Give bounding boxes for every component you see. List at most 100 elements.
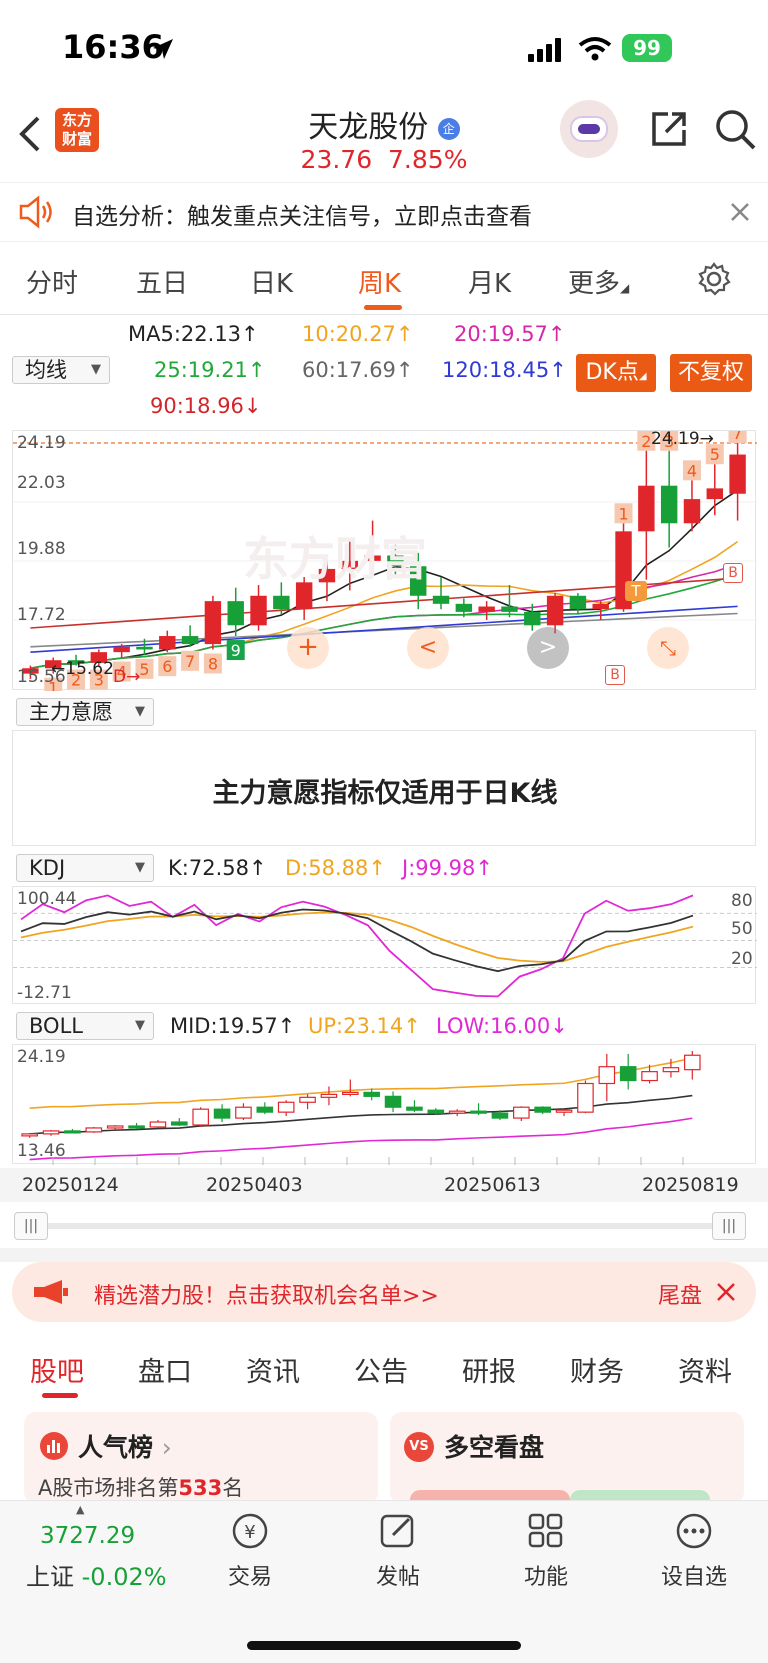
sequence-marker-label: 2 — [641, 432, 651, 451]
kdj-selector[interactable]: KDJ ▼ — [16, 854, 154, 882]
promo-banner[interactable]: 精选潜力股！点击获取机会名单>> 尾盘 — [12, 1262, 756, 1322]
zlyy-message: 主力意愿指标仅适用于日K线 — [212, 778, 558, 809]
tab-profile[interactable]: 资料 — [678, 1350, 732, 1389]
candle-body — [546, 595, 564, 626]
period-tabs: 分时 五日 日K 周K 月K 更多◢ — [0, 245, 768, 315]
tab-daily-k[interactable]: 日K — [250, 263, 293, 300]
zlyy-selector[interactable]: 主力意愿 ▼ — [16, 698, 154, 726]
ma60-value: 60:17.69↑ — [302, 358, 414, 382]
signal-b-badge-2: B — [723, 563, 743, 583]
boll-candle-body — [149, 1121, 167, 1128]
kdj-k-value: K:72.58↑ — [168, 856, 267, 880]
location-arrow-icon — [153, 39, 173, 59]
boll-candle-body — [534, 1106, 551, 1113]
candle-body — [136, 646, 153, 650]
range-slider[interactable]: ||| ||| — [0, 1206, 768, 1246]
boll-candle-body — [85, 1127, 103, 1133]
tab-five-day[interactable]: 五日 — [136, 263, 188, 300]
dock-functions[interactable]: 功能 — [491, 1511, 601, 1591]
y-label-top: 24.19 — [17, 433, 66, 453]
boll-header: BOLL ▼ MID:19.57↑ UP:23.14↑ LOW:16.00↓ — [0, 1008, 768, 1044]
kdj-top-label: 100.44 — [17, 889, 77, 909]
boll-chart[interactable]: 24.19 13.46 — [12, 1044, 756, 1165]
boll-candle-body — [171, 1121, 188, 1126]
tab-weekly-k[interactable]: 周K — [358, 263, 401, 300]
boll-candle-body — [384, 1095, 402, 1108]
boll-candle-body — [662, 1067, 680, 1073]
candle-body — [181, 636, 199, 645]
boll-up-value: UP:23.14↑ — [308, 1014, 421, 1038]
long-short-card[interactable]: VS 多空看盘 — [390, 1412, 744, 1504]
sequence-marker-label: 4 — [687, 461, 697, 480]
dock-up-arrow: ▲ — [76, 1503, 85, 1516]
ma120-value: 120:18.45↑ — [442, 358, 567, 382]
tab-orderbook[interactable]: 盘口 — [138, 1350, 192, 1389]
tab-more[interactable]: 更多◢ — [568, 263, 629, 300]
add-drawing-button[interactable]: + — [287, 627, 329, 669]
more-icon — [676, 1513, 712, 1549]
search-icon[interactable] — [714, 108, 758, 152]
boll-selector[interactable]: BOLL ▼ — [16, 1012, 154, 1040]
grid-icon — [528, 1513, 563, 1548]
sequence-marker-label: 6 — [162, 657, 172, 676]
dk-point-button[interactable]: DK点◢ — [576, 354, 656, 392]
expand-chart-button[interactable]: ⤡ — [647, 627, 689, 669]
tab-forum[interactable]: 股吧 — [30, 1350, 84, 1389]
ma120-line — [30, 605, 738, 653]
popularity-card[interactable]: 人气榜 › A股市场排名第533名 — [24, 1412, 378, 1504]
close-icon[interactable] — [728, 200, 752, 224]
dock-trade[interactable]: ¥ 交易 — [195, 1511, 305, 1591]
date-label-2: 20250403 — [206, 1174, 303, 1196]
dock-post[interactable]: 发帖 — [343, 1511, 453, 1591]
candle-body — [683, 499, 701, 524]
boll-bottom-label: 13.46 — [17, 1141, 66, 1161]
y-label-4: 17.72 — [17, 605, 66, 625]
promo-close-icon[interactable] — [714, 1280, 738, 1304]
chart-next-button[interactable]: > — [527, 627, 569, 669]
date-label-4: 20250819 — [642, 1174, 739, 1196]
kdj-j-line — [20, 894, 694, 998]
candle-body — [113, 646, 130, 653]
tab-news[interactable]: 资讯 — [246, 1350, 300, 1389]
boll-candle-body — [684, 1054, 701, 1071]
slider-right-handle[interactable]: ||| — [712, 1212, 746, 1240]
boll-candle-body — [106, 1125, 124, 1129]
bottom-dock: ▲ 3727.29 上证 -0.02% ¥ 交易 发帖 功能 设自选 — [0, 1500, 768, 1663]
battery-icon: 99 — [622, 34, 672, 62]
promo-text: 精选潜力股！点击获取机会名单>> — [94, 1284, 439, 1309]
kdj-chart[interactable]: 100.44 -12.71 80 50 20 — [12, 886, 757, 1004]
active-tab-indicator — [364, 305, 402, 310]
tab-intraday[interactable]: 分时 — [26, 263, 78, 300]
tab-monthly-k[interactable]: 月K — [468, 263, 511, 300]
ma-selector[interactable]: 均线 ▼ — [12, 356, 110, 384]
index-line[interactable]: 上证 -0.02% — [26, 1557, 167, 1592]
candle-body — [569, 595, 587, 610]
boll-mid-value: MID:19.57↑ — [170, 1014, 296, 1038]
candle-body — [501, 606, 518, 612]
boll-candle-body — [363, 1091, 380, 1097]
boll-candle-body — [299, 1096, 316, 1103]
y-label-3: 19.88 — [17, 539, 66, 559]
sequence-marker-label: 1 — [618, 504, 628, 523]
chart-prev-button[interactable]: < — [407, 627, 449, 669]
home-indicator — [247, 1641, 521, 1650]
no-adjust-button[interactable]: 不复权 — [670, 354, 752, 392]
tab-announcements[interactable]: 公告 — [354, 1350, 408, 1389]
dock-add-watchlist[interactable]: 设自选 — [639, 1511, 749, 1591]
ma5-value: MA5:22.13↑ — [128, 322, 259, 346]
boll-candle-body — [491, 1112, 509, 1119]
ai-assistant-avatar[interactable] — [560, 100, 618, 158]
ma25-value: 25:19.21↑ — [154, 358, 266, 382]
ma-indicator-row: 均线 ▼ MA5:22.13↑ 10:20.27↑ 20:19.57↑ 25:19… — [0, 316, 768, 426]
tab-research[interactable]: 研报 — [462, 1350, 516, 1389]
share-icon[interactable] — [648, 108, 690, 150]
index-value[interactable]: 3727.29 — [40, 1523, 135, 1549]
settings-icon[interactable] — [696, 261, 732, 297]
sequence-marker-label: 8 — [208, 654, 218, 673]
slider-left-handle[interactable]: ||| — [14, 1212, 48, 1240]
tab-finance[interactable]: 财务 — [570, 1350, 624, 1389]
long-short-title: 多空看盘 — [444, 1433, 545, 1462]
candle-body — [432, 595, 450, 604]
kline-chart[interactable]: 1234567891234567 东方财富 24.19 22.03 19.88 … — [12, 429, 757, 691]
notice-bar[interactable]: 自选分析：触发重点关注信号，立即点击查看 — [0, 182, 768, 242]
